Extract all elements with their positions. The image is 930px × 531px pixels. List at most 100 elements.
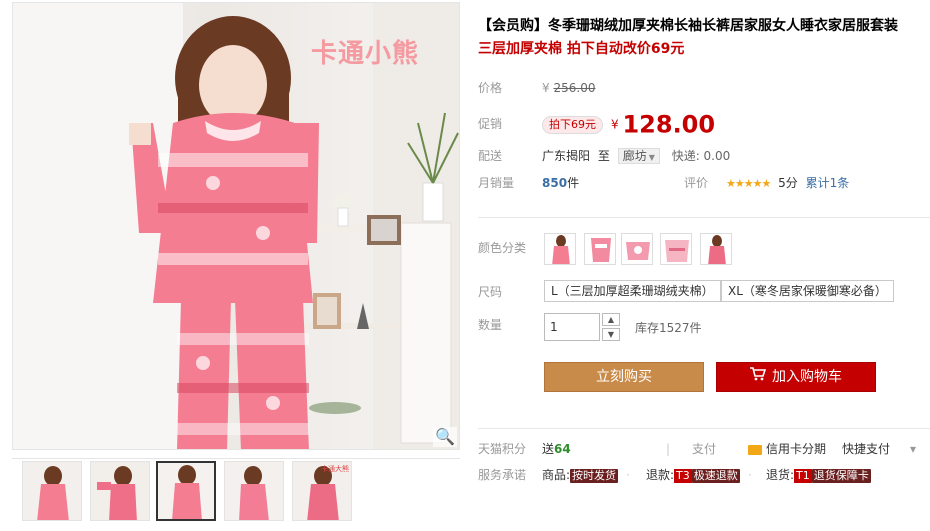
return-promise[interactable]: 退货: T1 退货保障卡 — [766, 465, 871, 485]
thumbnail-photo — [91, 462, 149, 520]
color-swatch — [665, 240, 689, 262]
refund-code: T3 — [674, 469, 692, 483]
city-value: 廊坊 — [622, 149, 647, 163]
divider: | — [666, 442, 671, 456]
promo-price-group: 拍下69元 ¥ 128.00 — [542, 110, 715, 139]
color-option-3[interactable] — [621, 233, 653, 265]
color-option-2[interactable] — [584, 233, 616, 265]
product-title: 【会员购】冬季珊瑚绒加厚夹棉长袖长裤居家服女人睡衣家居服套装 — [478, 18, 898, 34]
city-select[interactable]: 廊坊 ▼ — [617, 148, 660, 164]
return-code: T1 — [794, 469, 812, 483]
points-label: 天猫积分 — [478, 442, 527, 456]
size-option-xl[interactable]: XL（寒冬居家保暖御寒必备） — [721, 280, 894, 302]
add-to-cart-label: 加入购物车 — [772, 369, 842, 385]
return-label: 退货: — [766, 468, 795, 482]
thumbnail-photo — [23, 462, 81, 520]
points-value-group: 送64 — [542, 439, 571, 459]
divider: · — [626, 468, 630, 482]
credit-card-label: 信用卡分期 — [766, 442, 827, 456]
color-label: 颜色分类 — [478, 241, 527, 255]
original-price-value: 256.00 — [553, 81, 596, 95]
original-price: ¥ 256.00 — [542, 78, 595, 98]
rating-stars-icon: ★★★★★ — [726, 177, 771, 190]
size-option-l[interactable]: L（三层加厚超柔珊瑚绒夹棉） — [544, 280, 721, 302]
credit-card-icon — [748, 444, 762, 455]
rating-label: 评价 — [684, 176, 709, 190]
thumbnail-4[interactable] — [224, 461, 284, 521]
cart-icon — [750, 363, 767, 391]
main-product-image[interactable]: 卡通小熊 🔍 — [12, 2, 460, 450]
refund-tag: 极速退款 — [691, 469, 740, 483]
color-swatch — [708, 235, 726, 264]
magnifier-icon[interactable]: 🔍 — [433, 427, 457, 447]
product-subtitle: 三层加厚夹棉 拍下自动改价69元 — [478, 41, 685, 57]
color-swatch — [552, 235, 570, 264]
chevron-down-icon: ▼ — [607, 330, 615, 339]
currency-symbol: ¥ — [542, 81, 550, 95]
points-send-word: 送 — [542, 442, 555, 456]
divider: · — [748, 468, 752, 482]
sales-count: 850件 — [542, 173, 579, 193]
quantity-input[interactable] — [544, 313, 600, 341]
price-label: 价格 — [478, 81, 503, 95]
qty-increase-button[interactable]: ▲ — [602, 313, 620, 326]
promo-badge: 拍下69元 — [542, 115, 603, 134]
buy-now-label: 立刻购买 — [596, 369, 652, 385]
divider — [478, 428, 930, 429]
promo-currency: ¥ — [611, 117, 619, 132]
product-info-panel: 【会员购】冬季珊瑚绒加厚夹棉长袖长裤居家服女人睡衣家居服套装 三层加厚夹棉 拍下… — [478, 0, 930, 483]
thumbnail-photo — [158, 463, 214, 519]
color-swatch — [626, 242, 650, 260]
shipping-row: 配送 广东揭阳 至 廊坊 ▼ 快递: 0.00 — [478, 146, 930, 166]
chevron-down-icon: ▼ — [648, 153, 655, 162]
thumbnail-1[interactable] — [22, 461, 82, 521]
refund-promise[interactable]: 退款: T3 极速退款 — [646, 465, 740, 485]
return-tag: 退货保障卡 — [811, 469, 871, 483]
credit-card-option[interactable]: 信用卡分期 — [748, 439, 826, 459]
ship-from: 广东揭阳 — [542, 149, 591, 163]
chevron-down-icon[interactable]: ▾ — [910, 439, 916, 459]
stock-count: 库存1527件 — [635, 321, 702, 335]
image-watermark: 卡通小熊 — [311, 39, 420, 69]
size-label: 尺码 — [478, 285, 503, 299]
thumbnail-photo — [225, 462, 283, 520]
promo-row: 促销 拍下69元 ¥ 128.00 — [478, 110, 930, 139]
sales-number: 850 — [542, 176, 568, 190]
sales-row: 月销量 850件 评价 ★★★★★ 5分 累计1条 — [478, 173, 930, 193]
qty-label: 数量 — [478, 318, 503, 332]
pay-label: 支付 — [692, 442, 717, 456]
color-option-5[interactable] — [700, 233, 732, 265]
thumbnail-5[interactable]: 卡通大熊 — [292, 461, 352, 521]
goods-tag: 按时发货 — [570, 469, 619, 483]
thumbnail-2[interactable] — [90, 461, 150, 521]
buy-now-button[interactable]: 立刻购买 — [544, 362, 704, 392]
quick-pay-label: 快捷支付 — [842, 442, 891, 456]
goods-label: 商品: — [542, 468, 571, 482]
refund-label: 退款: — [646, 468, 675, 482]
thumbnail-label: 卡通大熊 — [321, 465, 349, 473]
points-value: 64 — [554, 442, 571, 456]
rating-group: ★★★★★ 5分 累计1条 — [726, 173, 849, 194]
sales-label: 月销量 — [478, 176, 515, 190]
add-to-cart-button[interactable]: 加入购物车 — [716, 362, 876, 392]
model-photo — [13, 3, 459, 449]
promo-label: 促销 — [478, 117, 503, 131]
service-label: 服务承诺 — [478, 468, 527, 482]
chevron-up-icon: ▲ — [607, 315, 615, 324]
color-option-1[interactable] — [544, 233, 576, 265]
ship-to-word: 至 — [597, 149, 610, 163]
thumbnail-3-active[interactable] — [156, 461, 216, 521]
divider — [478, 217, 930, 218]
reviews-link[interactable]: 累计1条 — [806, 176, 850, 190]
thumbnail-strip: 卡通大熊 — [12, 458, 460, 524]
color-option-4[interactable] — [660, 233, 692, 265]
points-row: 天猫积分 送64 | 支付 信用卡分期 快捷支付 ▾ — [478, 439, 930, 459]
sales-unit: 件 — [567, 176, 580, 190]
qty-decrease-button[interactable]: ▼ — [602, 328, 620, 341]
promo-price-value: 128.00 — [622, 110, 716, 139]
color-swatch — [591, 238, 611, 262]
rating-score: 5分 — [778, 176, 798, 190]
goods-promise[interactable]: 商品: 按时发货 — [542, 465, 619, 485]
quick-pay-option[interactable]: 快捷支付 — [842, 439, 890, 459]
shipping-info: 广东揭阳 至 廊坊 ▼ 快递: 0.00 — [542, 146, 730, 166]
